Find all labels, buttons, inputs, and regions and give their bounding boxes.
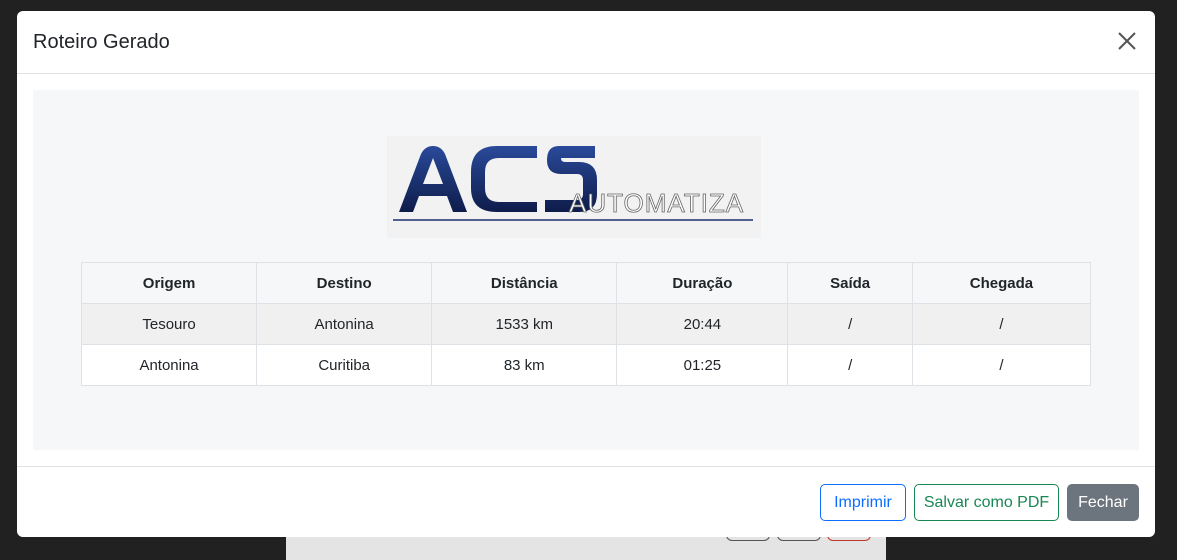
table-row: Tesouro Antonina 1533 km 20:44 / /: [80, 303, 1092, 345]
save-pdf-button[interactable]: Salvar como PDF: [914, 484, 1059, 521]
cell-destino: Curitiba: [256, 344, 433, 386]
cell-saida: /: [787, 303, 913, 345]
modal-title: Roteiro Gerado: [33, 31, 170, 53]
cell-distancia: 83 km: [431, 344, 618, 386]
table-header-row: Origem Destino Distância Duração Saída C…: [80, 262, 1092, 304]
route-modal: Roteiro Gerado AUTOMATIZA Origem Destino…: [17, 11, 1155, 537]
modal-body: AUTOMATIZA Origem Destino Distância Dura…: [33, 90, 1139, 450]
header-distancia: Distância: [431, 262, 618, 304]
print-button[interactable]: Imprimir: [820, 484, 906, 521]
cell-chegada: /: [911, 303, 1092, 345]
acs-logo: AUTOMATIZA: [387, 136, 761, 238]
svg-text:AUTOMATIZA: AUTOMATIZA: [569, 188, 744, 218]
close-icon: [1118, 32, 1136, 50]
cell-duracao: 01:25: [616, 344, 789, 386]
cell-origem: Antonina: [80, 344, 258, 386]
table-row: Antonina Curitiba 83 km 01:25 / /: [80, 344, 1092, 386]
cell-destino: Antonina: [256, 303, 433, 345]
cell-chegada: /: [911, 344, 1092, 386]
close-modal-button[interactable]: Fechar: [1067, 484, 1139, 521]
close-button[interactable]: [1115, 29, 1139, 53]
header-saida: Saída: [787, 262, 913, 304]
header-destino: Destino: [256, 262, 433, 304]
cell-origem: Tesouro: [80, 303, 258, 345]
cell-duracao: 20:44: [616, 303, 789, 345]
route-table: Origem Destino Distância Duração Saída C…: [80, 262, 1092, 386]
modal-footer: Imprimir Salvar como PDF Fechar: [17, 466, 1155, 537]
cell-saida: /: [787, 344, 913, 386]
cell-distancia: 1533 km: [431, 303, 618, 345]
header-origem: Origem: [80, 262, 258, 304]
header-duracao: Duração: [616, 262, 789, 304]
header-chegada: Chegada: [911, 262, 1092, 304]
modal-header: Roteiro Gerado: [17, 11, 1155, 74]
